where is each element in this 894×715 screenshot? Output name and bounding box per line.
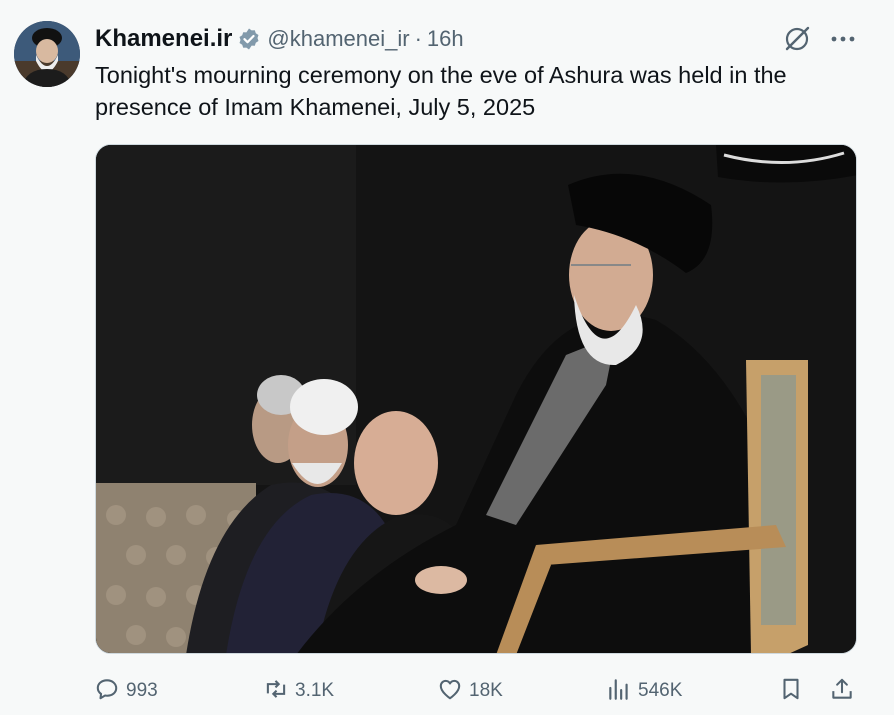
share-button[interactable] xyxy=(829,672,855,710)
more-options-icon[interactable] xyxy=(828,26,858,52)
grok-icon[interactable] xyxy=(782,24,812,54)
reply-button[interactable]: 993 xyxy=(94,672,158,710)
share-icon xyxy=(829,676,855,707)
like-button[interactable]: 18K xyxy=(437,672,503,710)
bookmark-button[interactable] xyxy=(778,672,804,710)
post: Khamenei.ir @khamenei_ir · 16h Tonight's… xyxy=(0,0,894,715)
heart-icon xyxy=(437,676,463,707)
post-image[interactable] xyxy=(95,144,857,654)
post-text: Tonight's mourning ceremony on the eve o… xyxy=(95,62,787,120)
like-count: 18K xyxy=(469,680,503,701)
author-display-name[interactable]: Khamenei.ir xyxy=(95,25,232,53)
reply-count: 993 xyxy=(126,680,158,701)
view-count: 546K xyxy=(638,680,683,701)
views-chart-icon xyxy=(606,676,632,707)
post-timestamp[interactable]: 16h xyxy=(427,26,464,52)
repost-button[interactable]: 3.1K xyxy=(263,672,334,710)
reply-icon xyxy=(94,676,120,707)
post-actions: 993 3.1K 18K 546K xyxy=(0,672,894,710)
separator-dot: · xyxy=(414,26,422,51)
author-handle[interactable]: @khamenei_ir xyxy=(267,26,409,52)
bookmark-icon xyxy=(778,676,804,707)
post-header: Khamenei.ir @khamenei_ir · 16h xyxy=(95,24,464,54)
repost-icon xyxy=(263,676,289,707)
author-avatar[interactable] xyxy=(14,21,80,87)
repost-count: 3.1K xyxy=(295,680,335,701)
views-button[interactable]: 546K xyxy=(606,672,682,710)
verified-badge-icon[interactable] xyxy=(237,27,261,51)
